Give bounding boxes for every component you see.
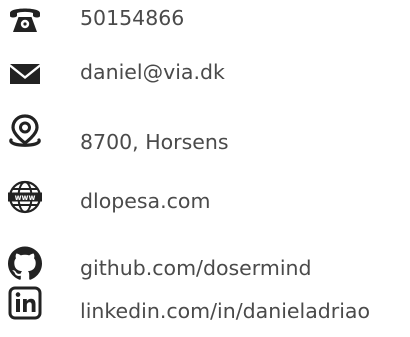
contact-list: 50154866 daniel@via.dk 8700, Horsens www…: [0, 0, 410, 337]
contact-row-location: 8700, Horsens: [0, 114, 410, 154]
phone-number[interactable]: 50154866: [80, 6, 184, 30]
phone-icon: [7, 2, 43, 38]
globe-www-icon: www: [7, 179, 43, 215]
linkedin-icon: [7, 285, 43, 321]
location-text: 8700, Horsens: [80, 130, 229, 154]
location-pin-icon: [7, 114, 43, 150]
linkedin-link[interactable]: linkedin.com/in/danieladriao: [80, 299, 370, 323]
website-link[interactable]: dlopesa.com: [80, 189, 210, 213]
contact-row-phone: 50154866: [0, 0, 410, 40]
svg-text:www: www: [15, 193, 36, 202]
contact-row-email: daniel@via.dk: [0, 55, 410, 95]
github-link[interactable]: github.com/dosermind: [80, 256, 312, 280]
contact-row-linkedin: linkedin.com/in/danieladriao: [0, 286, 410, 337]
contact-row-github: github.com/dosermind: [0, 236, 410, 280]
email-address[interactable]: daniel@via.dk: [80, 60, 225, 84]
envelope-icon: [7, 56, 43, 92]
contact-row-website: www dlopesa.com: [0, 176, 410, 216]
github-icon: [7, 245, 43, 281]
